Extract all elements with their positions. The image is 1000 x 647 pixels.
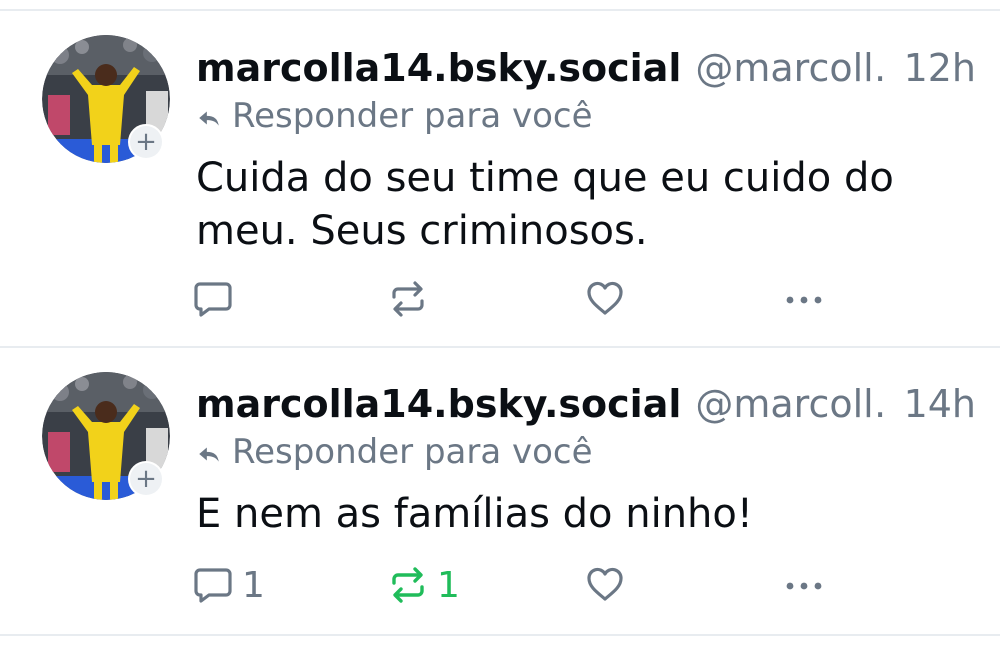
speech-bubble-icon [194, 568, 232, 603]
author-at-handle[interactable]: @marcoll… [695, 382, 883, 426]
post-time[interactable]: 14h [904, 382, 976, 426]
avatar[interactable]: + [42, 372, 170, 500]
reply-indicator: Responder para você [196, 432, 593, 472]
follow-badge[interactable]: + [128, 461, 164, 497]
post-header: marcolla14.bsky.social @marcoll… 14h [196, 382, 976, 426]
more-button[interactable] [782, 562, 826, 608]
reply-label: Responder para você [232, 432, 593, 472]
more-button[interactable] [782, 276, 826, 322]
post-text-line: E nem as famílias do ninho! [196, 491, 753, 537]
bottom-divider [0, 634, 1000, 636]
reply-button[interactable]: 1 [192, 562, 265, 608]
post-actions [192, 276, 852, 322]
plus-icon: + [130, 126, 162, 158]
reply-arrow-icon [199, 111, 219, 126]
heart-icon [587, 567, 623, 601]
post-header: marcolla14.bsky.social @marcoll… 12h [196, 46, 976, 90]
repost-button[interactable] [387, 276, 437, 322]
plus-icon: + [130, 463, 162, 495]
more-dots-icon [786, 296, 822, 304]
repost-arrows-icon [392, 567, 424, 603]
reply-count: 1 [242, 564, 265, 606]
follow-badge[interactable]: + [128, 124, 164, 160]
author-handle[interactable]: marcolla14.bsky.social [196, 46, 681, 90]
reply-arrow-icon [199, 447, 219, 462]
post-time[interactable]: 12h [904, 46, 976, 90]
post-text: E nem as famílias do ninho! [196, 488, 956, 541]
avatar[interactable]: + [42, 35, 170, 163]
top-divider [0, 9, 1000, 11]
speech-bubble-icon [194, 282, 232, 317]
post-divider [0, 346, 1000, 348]
reply-indicator: Responder para você [196, 96, 593, 136]
post-text-line: Cuida do seu time que eu cuido do [196, 155, 894, 201]
repost-arrows-icon [392, 281, 424, 317]
reply-button[interactable] [192, 276, 242, 322]
post-text: Cuida do seu time que eu cuido do meu. S… [196, 152, 956, 258]
like-button[interactable] [584, 562, 626, 608]
heart-icon [587, 281, 623, 315]
post-actions: 1 1 [192, 562, 852, 608]
author-handle[interactable]: marcolla14.bsky.social [196, 382, 681, 426]
like-button[interactable] [584, 276, 626, 322]
post-text-line: meu. Seus criminosos. [196, 208, 648, 254]
repost-button[interactable]: 1 [387, 562, 460, 608]
reply-label: Responder para você [232, 96, 593, 136]
repost-count: 1 [437, 564, 460, 606]
author-at-handle[interactable]: @marcoll… [695, 46, 883, 90]
more-dots-icon [786, 582, 822, 590]
